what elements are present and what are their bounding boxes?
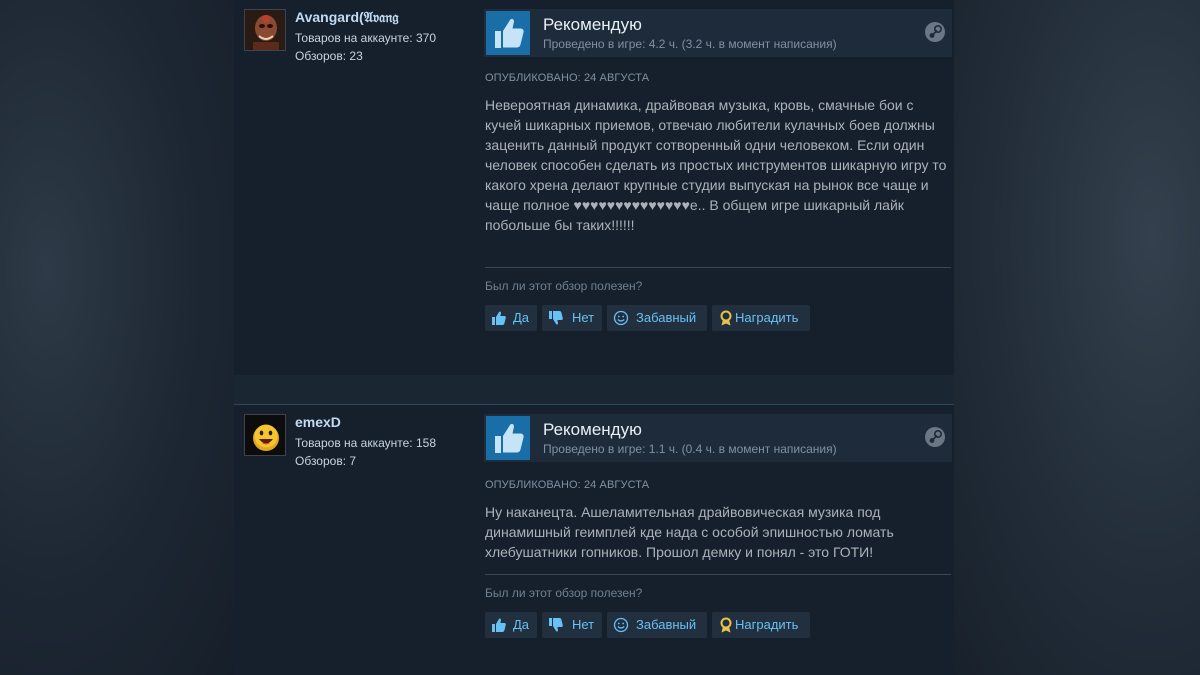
divider bbox=[485, 574, 951, 575]
avatar[interactable] bbox=[244, 9, 286, 51]
posted-date: Опубликовано: 24 августа bbox=[485, 72, 650, 84]
thumbs-up-icon bbox=[486, 11, 530, 55]
divider bbox=[485, 267, 951, 268]
helpful-question: Был ли этот обзор полезен? bbox=[485, 586, 643, 600]
award-button[interactable]: Наградить bbox=[712, 612, 810, 638]
review-verdict: Рекомендую bbox=[543, 15, 642, 34]
hours-played: Проведено в игре: 4.2 ч. (3.2 ч. в момен… bbox=[543, 37, 837, 51]
award-icon bbox=[720, 310, 732, 326]
vote-funny-label: Забавный bbox=[636, 617, 697, 632]
hours-played: Проведено в игре: 1.1 ч. (0.4 ч. в момен… bbox=[543, 442, 837, 456]
review-text: Невероятная динамика, драйвовая музыка, … bbox=[485, 97, 947, 233]
vote-yes-button[interactable]: Да bbox=[485, 612, 537, 638]
posted-date: Опубликовано: 24 августа bbox=[485, 479, 650, 491]
avatar-image bbox=[245, 415, 285, 455]
smiley-icon bbox=[613, 617, 629, 633]
products-count: Товаров на аккаунте: 370 bbox=[295, 31, 436, 45]
vote-header[interactable]: Рекомендую Проведено в игре: 1.1 ч. (0.4… bbox=[484, 414, 952, 462]
background-right bbox=[954, 0, 1200, 675]
vote-no-button[interactable]: Нет bbox=[542, 612, 602, 638]
vote-no-label: Нет bbox=[572, 310, 595, 325]
review-verdict: Рекомендую bbox=[543, 420, 642, 439]
reviews-label: Обзоров: bbox=[295, 454, 347, 468]
vote-header[interactable]: Рекомендую Проведено в игре: 4.2 ч. (3.2… bbox=[484, 9, 952, 57]
thumbs-up-icon bbox=[492, 311, 506, 325]
vote-funny-label: Забавный bbox=[636, 310, 697, 325]
reviews-label: Обзоров: bbox=[295, 49, 347, 63]
vote-yes-label: Да bbox=[513, 617, 530, 632]
review-card: emexD Товаров на аккаунте: 158 Обзоров: … bbox=[234, 404, 954, 675]
products-value[interactable]: 370 bbox=[416, 31, 436, 45]
thumbs-up-icon bbox=[492, 618, 506, 632]
vote-yes-button[interactable]: Да bbox=[485, 305, 537, 331]
thumbs-down-icon bbox=[549, 618, 563, 632]
steam-icon bbox=[925, 22, 945, 42]
reviews-count: Обзоров: 23 bbox=[295, 49, 363, 63]
vote-no-label: Нет bbox=[572, 617, 595, 632]
vote-funny-button[interactable]: Забавный bbox=[607, 305, 707, 331]
review-card: Avangard(𝔄𝔳𝔞𝔫𝔤 Товаров на аккаунте: 370 … bbox=[234, 0, 954, 375]
steam-icon bbox=[925, 427, 945, 447]
reviews-value[interactable]: 23 bbox=[349, 49, 362, 63]
thumbs-up-icon bbox=[486, 416, 530, 460]
vote-funny-button[interactable]: Забавный bbox=[607, 612, 707, 638]
reviews-value[interactable]: 7 bbox=[349, 454, 356, 468]
award-label: Наградить bbox=[735, 310, 799, 325]
products-label: Товаров на аккаунте: bbox=[295, 436, 413, 450]
award-label: Наградить bbox=[735, 617, 799, 632]
products-label: Товаров на аккаунте: bbox=[295, 31, 413, 45]
background-left bbox=[0, 0, 234, 675]
award-icon bbox=[720, 617, 732, 633]
products-value[interactable]: 158 bbox=[416, 436, 436, 450]
smiley-icon bbox=[613, 310, 629, 326]
author-name[interactable]: Avangard(𝔄𝔳𝔞𝔫𝔤 bbox=[295, 9, 399, 26]
helpful-question: Был ли этот обзор полезен? bbox=[485, 279, 643, 293]
products-count: Товаров на аккаунте: 158 bbox=[295, 436, 436, 450]
vote-no-button[interactable]: Нет bbox=[542, 305, 602, 331]
review-text: Ну наканецта. Ашеламительная драйвовичес… bbox=[485, 504, 894, 560]
author-name[interactable]: emexD bbox=[295, 414, 341, 430]
vote-yes-label: Да bbox=[513, 310, 530, 325]
thumbs-down-icon bbox=[549, 311, 563, 325]
avatar[interactable] bbox=[244, 414, 286, 456]
avatar-image bbox=[245, 10, 285, 50]
reviews-count: Обзоров: 7 bbox=[295, 454, 356, 468]
award-button[interactable]: Наградить bbox=[712, 305, 810, 331]
